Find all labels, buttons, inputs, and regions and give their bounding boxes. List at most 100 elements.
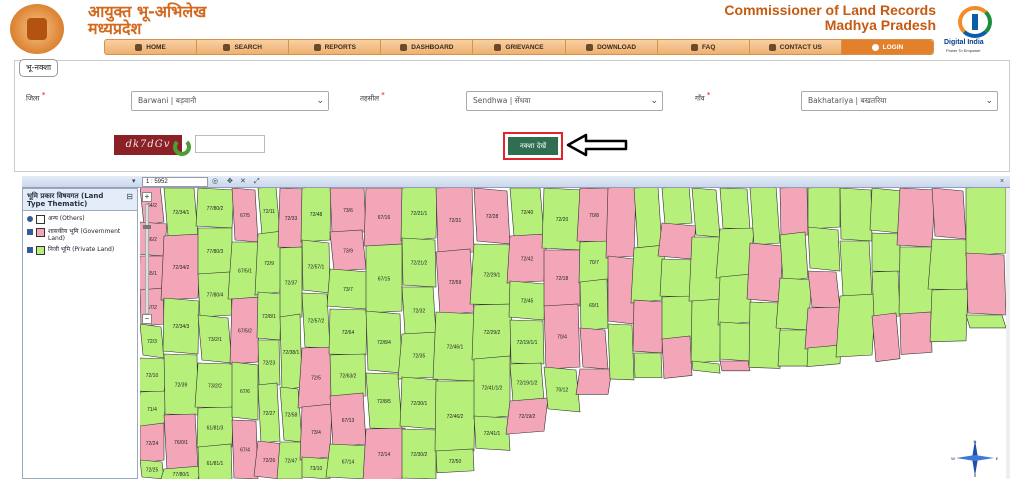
nav-faq[interactable]: FAQ — [658, 40, 750, 54]
zoom-to-extent-icon[interactable]: ◎ — [212, 178, 220, 186]
nav-grievance[interactable]: GRIEVANCE — [473, 40, 566, 54]
land-parcel[interactable] — [575, 368, 613, 395]
home-icon — [135, 43, 143, 51]
land-parcel[interactable] — [749, 188, 781, 246]
legend-item-others[interactable]: अन्य (Others) — [27, 215, 133, 224]
land-parcel[interactable] — [579, 327, 609, 370]
land-parcel[interactable] — [633, 352, 663, 379]
land-parcel[interactable] — [965, 314, 1006, 329]
legend-item-government-land[interactable]: शासकीय भूमि (Government Land) — [27, 228, 133, 242]
land-parcel[interactable] — [965, 252, 1006, 316]
fullscreen-icon[interactable]: ⤢ — [254, 178, 262, 186]
land-parcel[interactable] — [835, 293, 877, 358]
scale-input[interactable]: 1 : 5952 — [142, 177, 208, 187]
land-parcel[interactable] — [717, 273, 753, 326]
land-parcel[interactable] — [807, 270, 841, 309]
land-parcel[interactable] — [871, 312, 901, 363]
legend-checkbox[interactable] — [27, 229, 33, 235]
legend-radio[interactable] — [27, 216, 33, 222]
land-parcel[interactable] — [871, 232, 901, 273]
land-parcel[interactable] — [931, 188, 967, 240]
nav-search[interactable]: SEARCH — [197, 40, 290, 54]
parcel-label: 72/50 — [449, 459, 462, 465]
captcha-input[interactable] — [195, 135, 265, 153]
nav-dashboard[interactable]: DASHBOARD — [381, 40, 474, 54]
district-label: जिला * — [26, 91, 45, 103]
header-title-english: Commissioner of Land Records Madhya Prad… — [724, 3, 936, 33]
collapse-icon[interactable]: ⊟ — [126, 192, 133, 201]
land-parcel[interactable] — [779, 188, 809, 237]
land-parcel[interactable] — [746, 242, 784, 303]
land-parcel[interactable] — [657, 222, 697, 260]
land-parcel[interactable] — [719, 188, 751, 230]
land-parcel[interactable] — [839, 240, 873, 297]
nav-home-label: HOME — [146, 43, 166, 51]
land-parcel[interactable] — [632, 299, 664, 354]
close-icon[interactable]: × — [1000, 178, 1008, 186]
cadastral-map[interactable]: 64/2 66/2 65/1 67/2 72/3 72/10 71/4 72/24 72/25 7… — [140, 188, 1006, 479]
tehsil-select-value: Sendhwa | सेंधवा — [473, 96, 531, 105]
land-parcel[interactable] — [748, 301, 782, 369]
parcel-label: 72/11 — [263, 209, 275, 215]
district-select[interactable]: Barwani | बड़वानी ⌄ — [131, 91, 329, 111]
map-canvas[interactable]: 64/266/265/167/272/372/1071/472/2472/257… — [140, 188, 1006, 479]
land-parcel[interactable] — [691, 188, 721, 238]
land-parcel[interactable] — [607, 323, 635, 381]
parcel-label: 77/80/3 — [207, 249, 224, 255]
captcha-image: dk7dGv — [114, 135, 182, 155]
land-parcel[interactable] — [898, 246, 934, 315]
land-parcel[interactable] — [775, 277, 813, 331]
village-label: गाँव * — [695, 91, 710, 103]
land-parcel[interactable] — [659, 258, 695, 298]
land-parcel[interactable] — [896, 188, 936, 248]
parcel-label: 72/21/2 — [411, 261, 428, 267]
tehsil-select[interactable]: Sendhwa | सेंधवा ⌄ — [466, 91, 663, 111]
legend-item-private-land[interactable]: निजी भूमि (Private Land) — [27, 246, 133, 255]
land-parcel[interactable] — [661, 335, 693, 379]
zoom-slider[interactable] — [143, 204, 151, 314]
nav-download[interactable]: DOWNLOAD — [566, 40, 658, 54]
nav-home[interactable]: HOME — [105, 40, 198, 54]
land-parcel[interactable] — [719, 321, 751, 362]
land-parcel[interactable] — [661, 295, 693, 341]
map-scrollbar[interactable] — [1006, 188, 1010, 479]
show-map-button-highlight: नक्शा देखें — [503, 132, 563, 160]
land-parcel[interactable] — [807, 188, 841, 230]
land-parcel[interactable] — [871, 270, 901, 318]
village-select[interactable]: Bakhatariya | बखतरिया ⌄ — [801, 91, 998, 111]
land-parcel[interactable] — [719, 360, 751, 372]
identify-icon[interactable]: ✕ — [240, 178, 248, 186]
zoom-in-button[interactable]: + — [142, 192, 152, 202]
nav-contact-us[interactable]: CONTACT US — [750, 40, 842, 54]
land-parcel[interactable] — [965, 188, 1006, 257]
nav-login-label: LOGIN — [882, 43, 904, 51]
land-parcel[interactable] — [633, 188, 663, 250]
land-parcel[interactable] — [807, 226, 841, 272]
land-parcel[interactable] — [690, 298, 722, 364]
land-parcel[interactable] — [927, 238, 971, 291]
required-marker: * — [381, 91, 385, 99]
legend-checkbox[interactable] — [27, 247, 33, 253]
zoom-out-button[interactable]: − — [142, 314, 152, 324]
tab-bhu-naksha[interactable]: भू-नक्शा — [19, 59, 59, 77]
land-parcel[interactable] — [899, 311, 933, 355]
land-parcel[interactable] — [779, 231, 809, 282]
faq-icon — [691, 43, 699, 51]
land-parcel[interactable] — [839, 188, 873, 242]
nav-login[interactable]: LOGIN — [841, 40, 933, 54]
compass-icon: N E W S — [951, 439, 999, 478]
land-parcel[interactable] — [607, 255, 635, 325]
land-parcel[interactable] — [661, 188, 693, 226]
land-parcel[interactable] — [869, 188, 903, 234]
pan-icon[interactable]: ✥ — [227, 178, 235, 186]
land-parcel[interactable] — [605, 188, 637, 259]
nav-reports[interactable]: REPORTS — [289, 40, 382, 54]
show-map-button[interactable]: नक्शा देखें — [508, 137, 558, 155]
tehsil-label-text: तहसील — [360, 94, 379, 103]
zoom-slider-thumb[interactable] — [143, 225, 151, 229]
parcel-label: 72/33 — [285, 216, 298, 222]
menu-icon[interactable]: ▾ — [132, 178, 140, 186]
land-parcel[interactable] — [929, 288, 969, 343]
refresh-captcha-icon[interactable] — [173, 138, 191, 156]
parcel-label: 72/39 — [175, 383, 188, 389]
